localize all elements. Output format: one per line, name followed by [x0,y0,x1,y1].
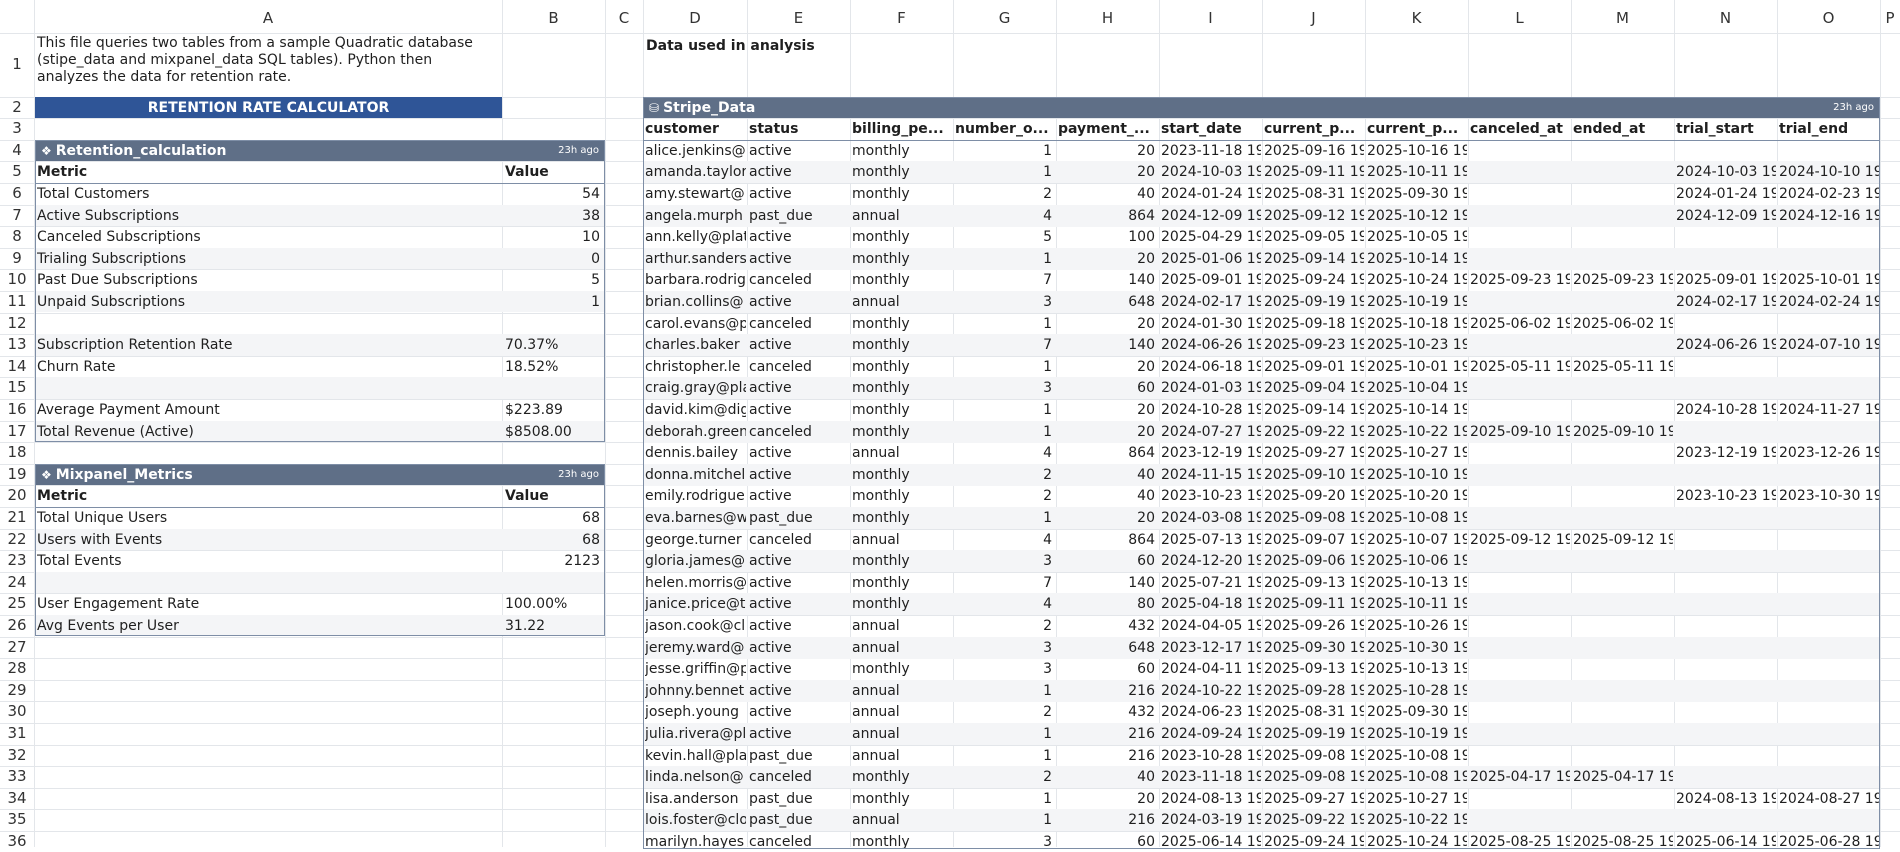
row-header-34[interactable]: 34 [0,788,34,810]
row-header-28[interactable]: 28 [0,658,34,680]
column-header-c[interactable]: C [605,0,643,33]
row-header-17[interactable]: 17 [0,421,34,443]
stripe-table-border [643,96,1880,849]
column-header-p[interactable]: P [1880,0,1900,33]
row-header-5[interactable]: 5 [0,161,34,183]
row-header-15[interactable]: 15 [0,377,34,399]
column-header-l[interactable]: L [1468,0,1571,33]
row-header-30[interactable]: 30 [0,701,34,723]
row-header-23[interactable]: 23 [0,550,34,572]
retention-table-border [35,139,605,443]
row-header-7[interactable]: 7 [0,205,34,227]
row-header-20[interactable]: 20 [0,485,34,507]
row-header-31[interactable]: 31 [0,723,34,745]
row-header-4[interactable]: 4 [0,140,34,162]
row-header-8[interactable]: 8 [0,226,34,248]
row-header-11[interactable]: 11 [0,291,34,313]
column-header-n[interactable]: N [1674,0,1777,33]
column-header-i[interactable]: I [1159,0,1262,33]
row-header-21[interactable]: 21 [0,507,34,529]
column-header-a[interactable]: A [34,0,502,33]
row-header-9[interactable]: 9 [0,248,34,270]
row-header-22[interactable]: 22 [0,529,34,551]
column-header-j[interactable]: J [1262,0,1365,33]
mixpanel-table-border [35,463,605,637]
column-header-g[interactable]: G [953,0,1056,33]
description-text: This file queries two tables from a samp… [37,35,473,85]
row-header-27[interactable]: 27 [0,637,34,659]
row-header-1[interactable]: 1 [0,33,34,97]
row-header-35[interactable]: 35 [0,809,34,831]
row-header-32[interactable]: 32 [0,745,34,767]
row-header-24[interactable]: 24 [0,572,34,594]
row-header-18[interactable]: 18 [0,442,34,464]
grid-row-line [0,33,1900,34]
row-header-14[interactable]: 14 [0,356,34,378]
column-header-d[interactable]: D [643,0,747,33]
row-header-16[interactable]: 16 [0,399,34,421]
row-header-3[interactable]: 3 [0,118,34,140]
row-header-29[interactable]: 29 [0,680,34,702]
column-header-m[interactable]: M [1571,0,1674,33]
column-header-f[interactable]: F [850,0,953,33]
column-header-o[interactable]: O [1777,0,1880,33]
column-header-h[interactable]: H [1056,0,1159,33]
row-header-25[interactable]: 25 [0,593,34,615]
column-header-k[interactable]: K [1365,0,1468,33]
data-used-label: Data used in analysis [646,38,815,54]
row-header-26[interactable]: 26 [0,615,34,637]
column-header-e[interactable]: E [747,0,850,33]
row-header-12[interactable]: 12 [0,313,34,335]
row-header-36[interactable]: 36 [0,831,34,852]
row-header-10[interactable]: 10 [0,269,34,291]
grid-col-line [605,0,606,847]
row-header-33[interactable]: 33 [0,766,34,788]
row-header-13[interactable]: 13 [0,334,34,356]
row-header-2[interactable]: 2 [0,97,34,119]
grid-col-line [1880,0,1881,847]
column-header-b[interactable]: B [502,0,605,33]
row-header-6[interactable]: 6 [0,183,34,205]
calculator-title: RETENTION RATE CALCULATOR [35,96,502,119]
row-header-19[interactable]: 19 [0,464,34,486]
